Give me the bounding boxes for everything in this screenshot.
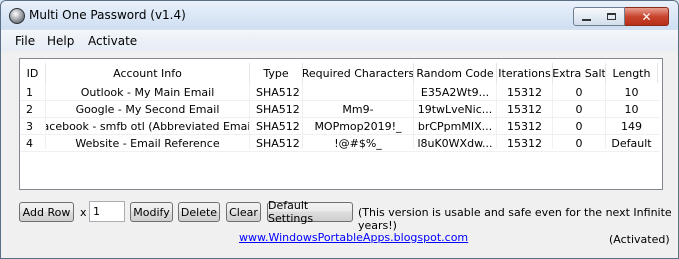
modify-button[interactable]: Modify (130, 202, 173, 222)
column-header-length[interactable]: Length (606, 63, 658, 83)
cell-id: 3 (26, 119, 33, 133)
cell-random-code: brCPpmMIX... (417, 119, 493, 133)
table-row[interactable]: 3 Facebook - smfb otl (Abbreviated Email… (20, 118, 660, 134)
column-header-account-info[interactable]: Account Info (46, 63, 250, 83)
maximize-button[interactable] (599, 7, 625, 26)
cell-random-code: E35A2Wt9... (420, 85, 490, 99)
app-window: Multi One Password (v1.4) ✕ File Help Ac… (0, 0, 679, 259)
column-header-extra-salt[interactable]: Extra Salt (553, 63, 606, 83)
cell-length: 149 (621, 119, 642, 133)
table-row[interactable]: 2 Google - My Second Email SHA512 Mm9- 1… (20, 101, 660, 117)
cell-type: SHA512 (256, 119, 300, 133)
column-header-id[interactable]: ID (20, 63, 46, 83)
cell-iterations: 15312 (507, 119, 542, 133)
cell-type: SHA512 (256, 85, 300, 99)
cell-iterations: 15312 (507, 85, 542, 99)
menu-help[interactable]: Help (47, 34, 74, 48)
cell-length: 10 (624, 85, 639, 99)
cell-type: SHA512 (256, 102, 300, 116)
minimize-button[interactable] (573, 7, 600, 26)
window-title: Multi One Password (v1.4) (29, 8, 186, 22)
cell-id: 1 (26, 85, 33, 99)
cell-iterations: 15312 (507, 102, 542, 116)
cell-required-characters: !@#$%_ (334, 136, 382, 150)
cell-id: 4 (26, 136, 33, 150)
cell-account-info: Outlook - My Main Email (80, 85, 215, 99)
website-link[interactable]: www.WindowsPortableApps.blogspot.com (239, 231, 468, 244)
column-header-random-code[interactable]: Random Code (414, 63, 497, 83)
column-header-type[interactable]: Type (250, 63, 303, 83)
title-bar[interactable]: Multi One Password (v1.4) ✕ (1, 1, 678, 28)
cell-id: 2 (26, 102, 33, 116)
row-divider (20, 151, 660, 152)
clear-button[interactable]: Clear (226, 202, 261, 222)
activation-status: (Activated) (609, 233, 670, 246)
multiplier-label: x (80, 206, 87, 219)
cell-required-characters: Mm9- (342, 102, 374, 116)
cell-random-code: l8uK0WXdw... (417, 136, 493, 150)
version-note: (This version is usable and safe even fo… (358, 206, 672, 232)
cell-length: Default (611, 136, 652, 150)
cell-random-code: 19twLveNic... (417, 102, 493, 116)
column-header-iterations[interactable]: Iterations (497, 63, 553, 83)
cell-extra-salt: 0 (575, 102, 583, 116)
menu-activate[interactable]: Activate (88, 34, 137, 48)
cell-extra-salt: 0 (575, 119, 583, 133)
menu-file[interactable]: File (15, 34, 35, 48)
cell-length: 10 (624, 102, 639, 116)
minimize-icon (582, 18, 591, 21)
add-row-button[interactable]: Add Row (19, 202, 74, 222)
cell-required-characters: MOPmop2019!_ (314, 119, 402, 133)
cell-account-info: Google - My Second Email (75, 102, 220, 116)
app-icon (9, 8, 25, 24)
accounts-table[interactable]: ID Account Info Type Required Characters… (19, 58, 663, 190)
cell-required-characters (303, 84, 413, 100)
menu-bar: File Help Activate (1, 30, 678, 51)
column-header-required-characters[interactable]: Required Characters (303, 63, 414, 83)
table-row[interactable]: 4 Website - Email Reference SHA512 !@#$%… (20, 135, 660, 151)
cell-account-info: Facebook - smfb otl (Abbreviated Email) (46, 119, 249, 133)
table-header: ID Account Info Type Required Characters… (20, 63, 660, 83)
delete-button[interactable]: Delete (178, 202, 220, 222)
close-icon: ✕ (641, 9, 652, 24)
default-settings-button[interactable]: Default Settings (267, 199, 353, 225)
maximize-icon (607, 13, 616, 20)
client-area: ID Account Info Type Required Characters… (1, 51, 678, 258)
close-button[interactable]: ✕ (625, 7, 669, 26)
row-count-input[interactable]: 1 (89, 201, 125, 222)
cell-iterations: 15312 (507, 136, 542, 150)
cell-extra-salt: 0 (575, 85, 583, 99)
table-row[interactable]: 1 Outlook - My Main Email SHA512 E35A2Wt… (20, 84, 660, 100)
cell-type: SHA512 (256, 136, 300, 150)
cell-account-info: Website - Email Reference (75, 136, 220, 150)
cell-extra-salt: 0 (575, 136, 583, 150)
